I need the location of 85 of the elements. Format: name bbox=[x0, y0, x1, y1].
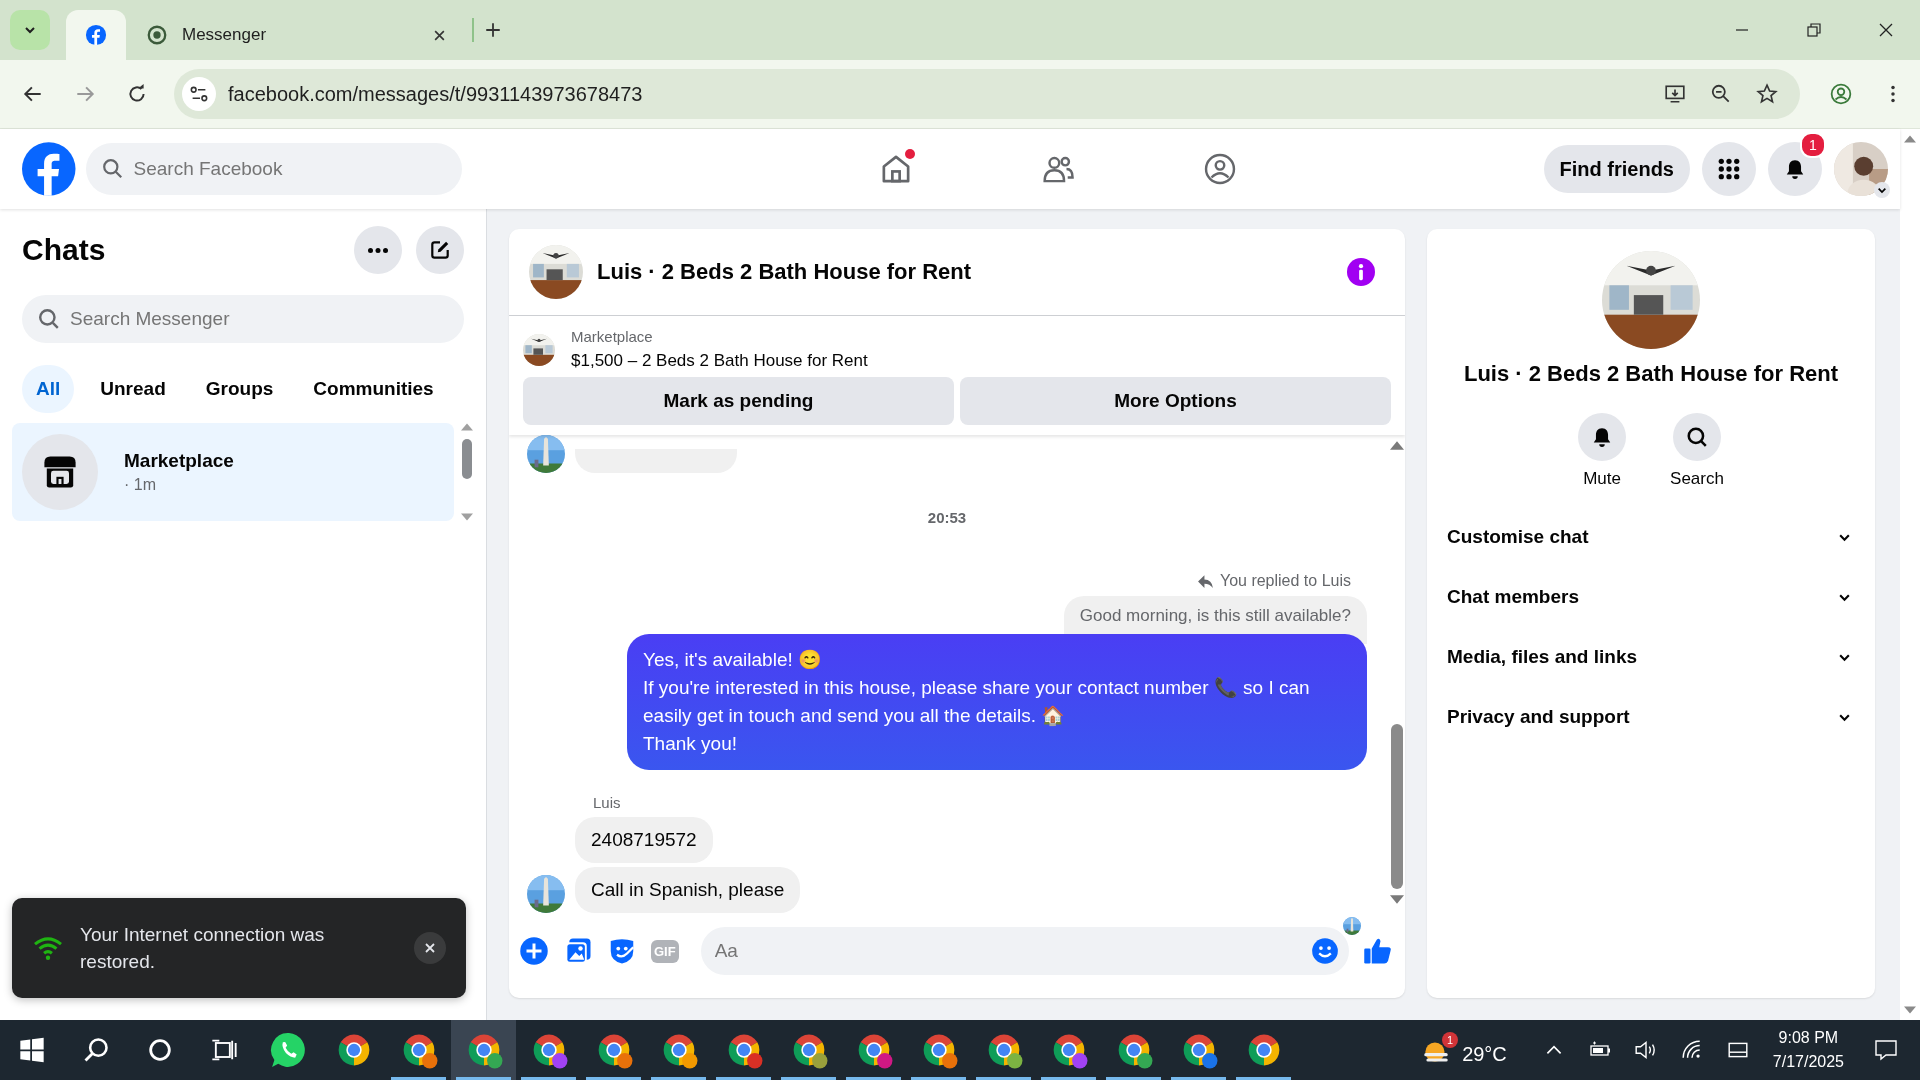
mute-button[interactable] bbox=[1578, 413, 1627, 461]
reply-note: You replied to Luis bbox=[1219, 572, 1351, 590]
scroll-down-icon[interactable] bbox=[461, 513, 473, 521]
action-label: Search bbox=[1670, 469, 1724, 489]
grid-icon bbox=[1718, 158, 1740, 180]
address-bar[interactable]: facebook.com/messages/t/9931143973678473 bbox=[174, 69, 1800, 119]
scroll-down-icon[interactable] bbox=[1904, 1006, 1916, 1014]
profile-icon[interactable] bbox=[1830, 83, 1852, 105]
notifications-button[interactable] bbox=[1768, 142, 1822, 196]
scrollbar-thumb[interactable] bbox=[1391, 724, 1403, 889]
add-icon[interactable] bbox=[519, 936, 549, 966]
site-settings-icon[interactable] bbox=[182, 77, 216, 111]
chats-title: Chats bbox=[22, 233, 106, 267]
restore-icon[interactable] bbox=[1806, 22, 1822, 38]
chat-title[interactable]: Luis · 2 Beds 2 Bath House for Rent bbox=[597, 259, 972, 285]
close-icon[interactable] bbox=[433, 28, 446, 42]
search-icon bbox=[1686, 426, 1708, 448]
weather-badge: 1 bbox=[1442, 1031, 1459, 1048]
new-message-button[interactable] bbox=[416, 226, 464, 274]
info-icon[interactable] bbox=[1347, 258, 1375, 286]
filter-tab[interactable]: Groups bbox=[191, 365, 288, 413]
listing-action-button[interactable]: Mark as pending bbox=[523, 377, 954, 425]
sender-name: Luis bbox=[593, 794, 622, 811]
scrollbar-thumb[interactable] bbox=[462, 439, 472, 479]
sent-message: Yes, it's available! 😊 If you're interested in this house, please share your contact number 📞 so I can easily get in touch and send you all the details. 🏠 Thank you! bbox=[627, 634, 1367, 770]
weather-widget[interactable]: 1 29°C bbox=[1420, 1029, 1507, 1071]
search-field[interactable]: Search Facebook bbox=[85, 143, 462, 195]
listing-title[interactable]: $1,500 – 2 Beds 2 Bath House for Rent bbox=[571, 351, 868, 371]
account-avatar[interactable] bbox=[1834, 142, 1888, 196]
like-icon[interactable] bbox=[1363, 936, 1393, 966]
url-text: facebook.com/messages/t/9931143973678473 bbox=[228, 82, 643, 106]
close-icon bbox=[424, 942, 436, 954]
message-input[interactable]: Aa bbox=[700, 927, 1349, 975]
listing-source: Marketplace bbox=[571, 328, 654, 345]
facebook-logo-icon[interactable] bbox=[22, 142, 76, 196]
volume-icon[interactable] bbox=[1633, 1039, 1658, 1061]
apps-menu-button[interactable] bbox=[1702, 142, 1756, 196]
zoom-icon[interactable] bbox=[1710, 83, 1732, 105]
new-tab-icon[interactable] bbox=[484, 21, 502, 39]
filter-tab[interactable]: Communities bbox=[299, 365, 448, 413]
compose-icon bbox=[429, 239, 451, 261]
bell-icon bbox=[1784, 158, 1806, 180]
filter-tab[interactable]: Unread bbox=[86, 365, 180, 413]
search-field[interactable]: Search Messenger bbox=[22, 295, 464, 343]
browser-tab[interactable]: Messenger bbox=[130, 10, 462, 60]
conversation-name: Marketplace bbox=[124, 450, 234, 472]
conversation-time: · 1m bbox=[124, 476, 157, 494]
install-icon[interactable] bbox=[1664, 83, 1686, 105]
more-options-button[interactable] bbox=[354, 226, 402, 274]
search-icon bbox=[38, 308, 60, 330]
filter-tab[interactable]: All bbox=[22, 365, 75, 413]
close-icon[interactable] bbox=[1878, 22, 1894, 38]
action-label: Mute bbox=[1583, 469, 1621, 489]
more-icon bbox=[368, 247, 388, 253]
conversation-item[interactable]: Marketplace · 1m bbox=[12, 423, 454, 521]
facebook-icon bbox=[85, 24, 107, 46]
scroll-up-icon[interactable] bbox=[1904, 135, 1916, 143]
chat-title: Luis · 2 Beds 2 Bath House for Rent bbox=[1463, 361, 1839, 387]
toast-message: Your Internet connection was restored. bbox=[80, 923, 326, 974]
search-icon bbox=[101, 158, 124, 180]
details-section[interactable]: Customise chat bbox=[1437, 507, 1865, 567]
group-icon bbox=[1202, 152, 1237, 186]
emoji-icon[interactable] bbox=[1311, 937, 1339, 965]
star-icon[interactable] bbox=[1756, 83, 1778, 105]
notification-center-icon[interactable] bbox=[1874, 1039, 1898, 1061]
messenger-icon bbox=[146, 24, 168, 46]
search-button[interactable] bbox=[1673, 413, 1721, 461]
find-friends-button[interactable]: Find friends bbox=[1543, 145, 1690, 193]
details-section[interactable]: Chat members bbox=[1437, 567, 1865, 627]
received-message: Call in Spanish, please bbox=[575, 867, 801, 913]
scroll-down-icon[interactable] bbox=[1390, 895, 1404, 904]
details-section[interactable]: Privacy and support bbox=[1437, 687, 1865, 747]
scroll-up-icon[interactable] bbox=[1390, 441, 1404, 450]
close-button[interactable] bbox=[414, 932, 446, 964]
caret-icon bbox=[1874, 182, 1890, 198]
clock[interactable]: 9:08 PM 7/17/2025 bbox=[1772, 1026, 1844, 1074]
details-section[interactable]: Media, files and links bbox=[1437, 627, 1865, 687]
taskbar-button[interactable] bbox=[451, 1020, 516, 1080]
scroll-up-icon[interactable] bbox=[461, 423, 473, 431]
message-timestamp: 20:53 bbox=[927, 509, 967, 526]
wifi-icon bbox=[32, 935, 64, 961]
received-message: 2408719572 bbox=[575, 817, 713, 863]
browser-tab[interactable] bbox=[66, 10, 126, 60]
listing-action-button[interactable]: More Options bbox=[960, 377, 1391, 425]
notification-badge: 1 bbox=[1800, 132, 1826, 158]
